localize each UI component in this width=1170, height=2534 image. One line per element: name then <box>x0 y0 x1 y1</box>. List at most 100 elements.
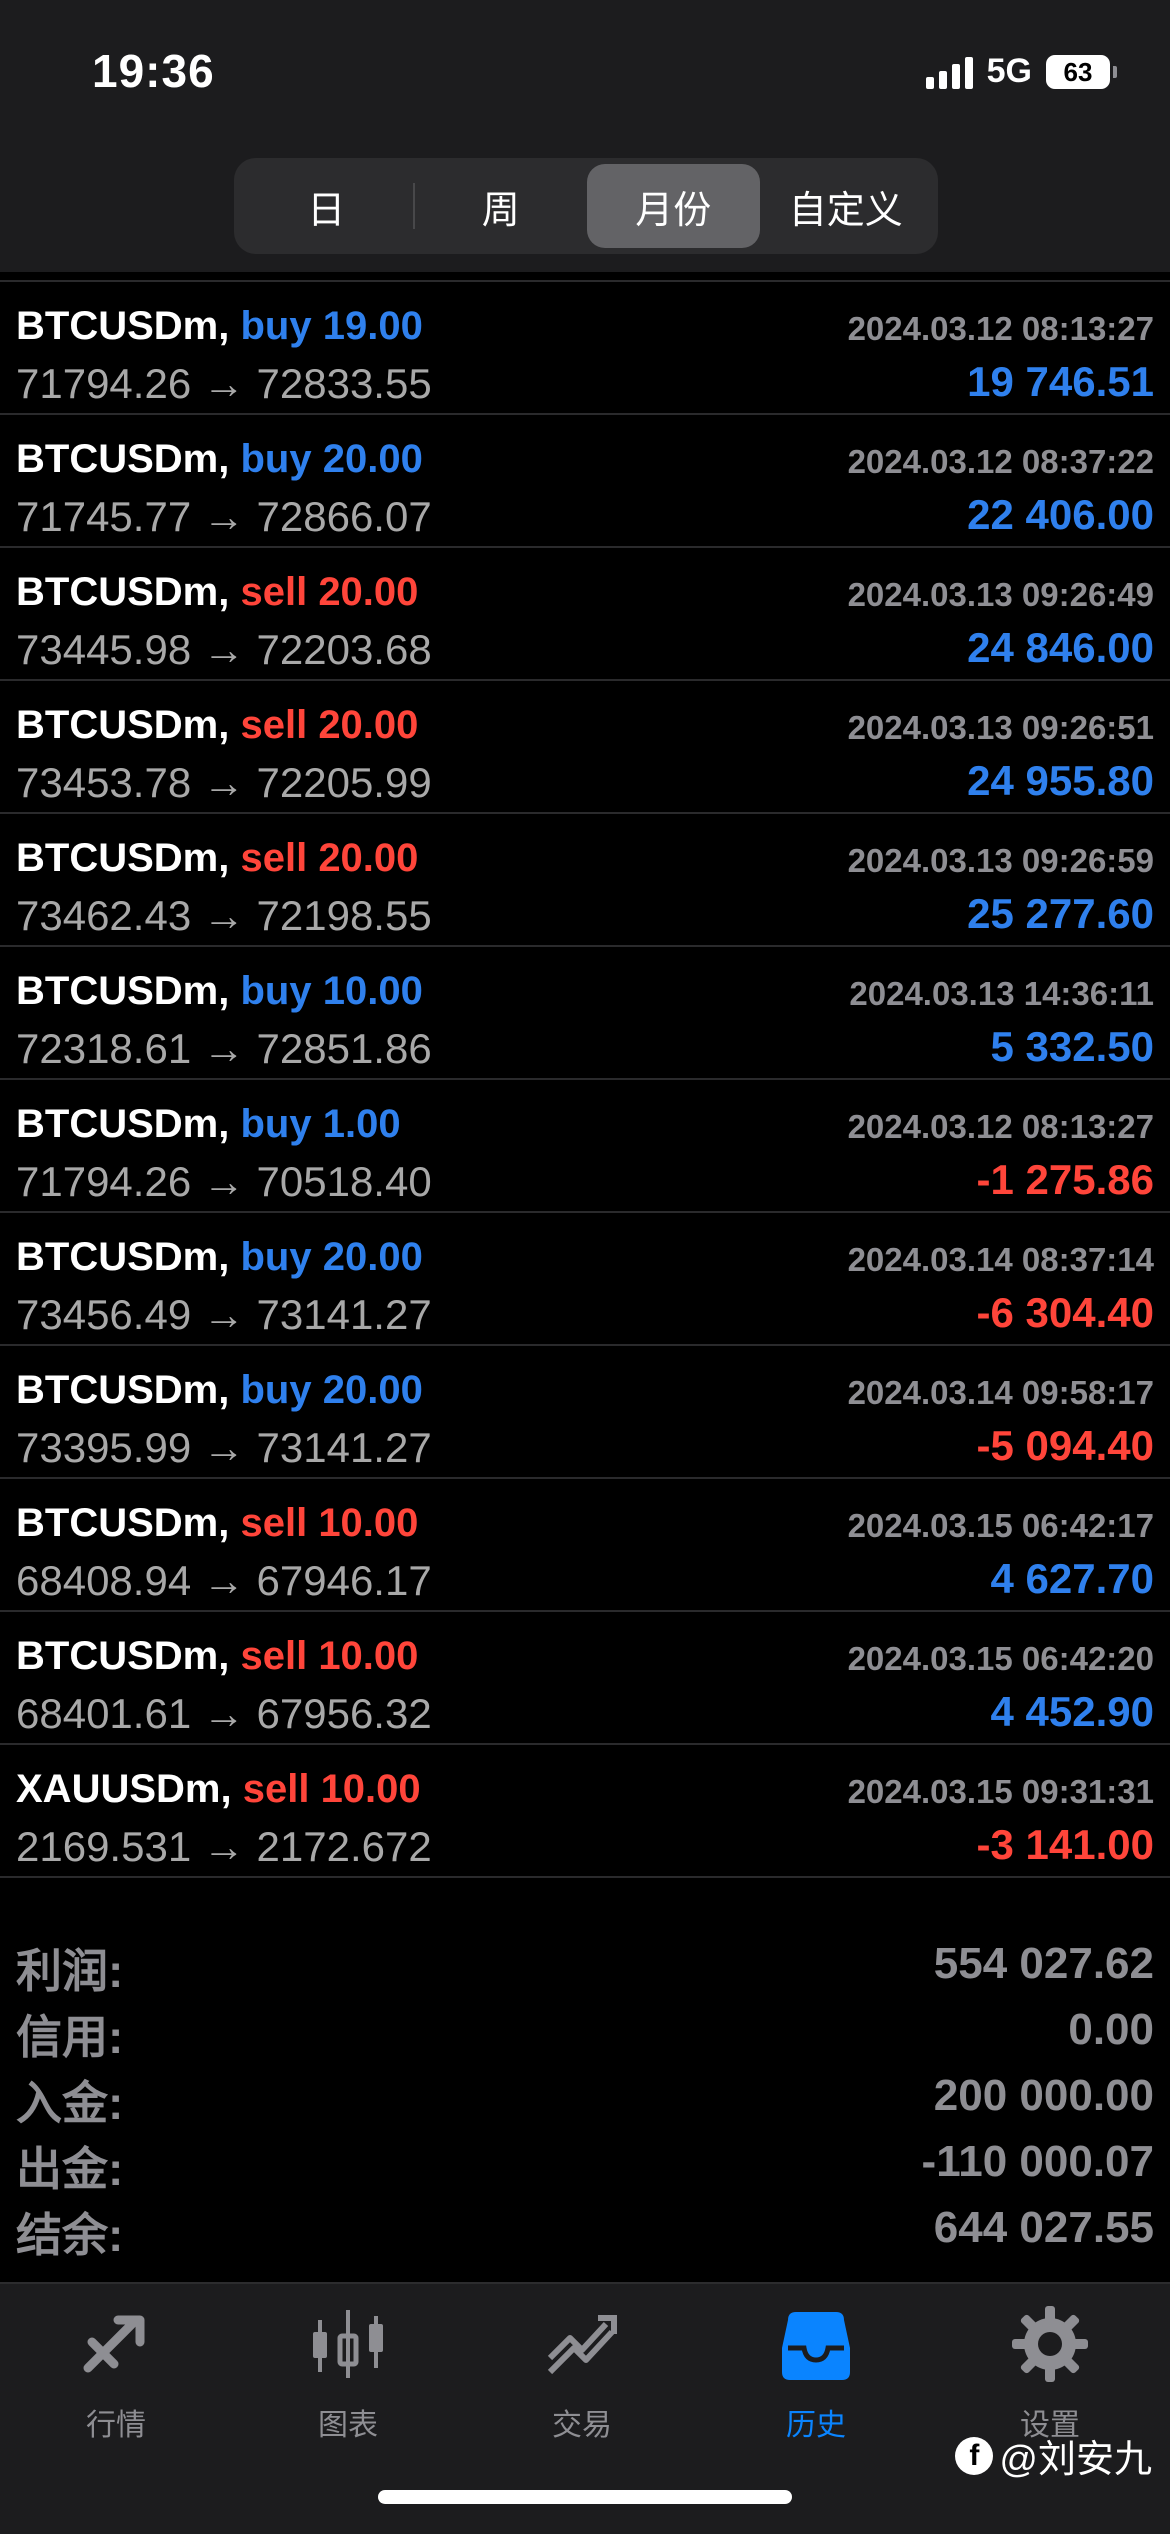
trade-side: sell 10.00 <box>240 1634 418 1678</box>
trade-profit: -1 275.86 <box>976 1156 1154 1203</box>
trade-datetime: 2024.03.15 06:42:17 <box>847 1507 1154 1544</box>
table-row[interactable]: BTCUSDm, buy 20.00 2024.03.12 08:37:22 717… <box>0 415 1170 548</box>
table-row[interactable]: BTCUSDm, sell 10.00 2024.03.15 06:42:20 68… <box>0 1612 1170 1745</box>
tab-month-label: 月份 <box>635 189 712 232</box>
table-row[interactable]: BTCUSDm, sell 20.00 2024.03.13 09:26:59 73… <box>0 814 1170 947</box>
table-row[interactable]: BTCUSDm, buy 10.00 2024.03.13 14:36:11 723… <box>0 947 1170 1080</box>
tab-week[interactable]: 周 <box>415 164 588 248</box>
trade-datetime: 2024.03.12 08:13:27 <box>847 310 1154 347</box>
trade-datetime: 2024.03.12 08:37:22 <box>847 443 1154 480</box>
trade-profit: 5 332.50 <box>990 1023 1155 1070</box>
trade-history-list[interactable]: 72378.10 → 72701.35 7 784.40 BTCUSDm, bu… <box>0 252 1170 1878</box>
summary-value: -110 000.07 <box>921 2137 1154 2186</box>
volume-label: 10.00 <box>320 1767 421 1811</box>
trade-symbol: BTCUSDm, sell 20.00 <box>16 703 418 748</box>
trade-symbol: BTCUSDm, buy 20.00 <box>16 1368 423 1413</box>
trade-datetime: 2024.03.14 09:58:17 <box>847 1374 1154 1411</box>
trade-datetime: 2024.03.13 14:36:11 <box>849 975 1154 1012</box>
summary-label: 信用: <box>16 2011 124 2063</box>
table-row[interactable]: XAUUSDm, sell 10.00 2024.03.15 09:31:31 21… <box>0 1745 1170 1878</box>
tab-history[interactable]: 历史 <box>726 2302 906 2444</box>
side-label: sell <box>240 836 308 880</box>
symbol-name: BTCUSDm, <box>16 1501 230 1545</box>
home-indicator[interactable] <box>378 2490 792 2504</box>
top-header: 19:36 5G 63 日 周 月份 自定义 <box>0 0 1170 272</box>
table-row[interactable]: BTCUSDm, sell 20.00 2024.03.13 09:26:49 73… <box>0 548 1170 681</box>
tab-settings[interactable]: 设置 <box>960 2302 1140 2444</box>
tab-charts[interactable]: 图表 <box>258 2302 438 2444</box>
table-row[interactable]: BTCUSDm, sell 10.00 2024.03.15 06:42:17 68… <box>0 1479 1170 1612</box>
table-row[interactable]: BTCUSDm, sell 20.00 2024.03.13 09:26:51 73… <box>0 681 1170 814</box>
trade-prices: 73462.43 → 72198.55 <box>16 892 432 939</box>
chart-candles-icon <box>313 2310 383 2378</box>
trade-datetime: 2024.03.13 09:26:49 <box>847 576 1154 613</box>
trade-symbol: BTCUSDm, buy 20.00 <box>16 437 423 482</box>
network-type: 5G <box>986 52 1032 90</box>
volume-label: 20.00 <box>318 570 419 614</box>
symbol-name: BTCUSDm, <box>16 703 230 747</box>
facebook-logo-icon: f <box>955 2436 994 2475</box>
symbol-name: BTCUSDm, <box>16 836 230 880</box>
tab-custom[interactable]: 自定义 <box>760 164 933 248</box>
trade-prices: 73395.99 → 73141.27 <box>16 1424 432 1471</box>
symbol-name: BTCUSDm, <box>16 1102 230 1146</box>
trade-datetime: 2024.03.14 08:37:14 <box>847 1241 1154 1278</box>
trade-symbol: BTCUSDm, sell 20.00 <box>16 570 418 615</box>
gear-icon <box>1012 2306 1088 2382</box>
table-row[interactable]: BTCUSDm, buy 20.00 2024.03.14 08:37:14 734… <box>0 1213 1170 1346</box>
volume-label: 20.00 <box>322 437 423 481</box>
trade-side: buy 19.00 <box>240 304 422 348</box>
trade-profit: 24 846.00 <box>967 624 1154 671</box>
tab-label: 行情 <box>86 2409 146 2442</box>
volume-label: 10.00 <box>318 1501 419 1545</box>
trade-prices: 73445.98 → 72203.68 <box>16 626 432 673</box>
summary-value: 644 027.55 <box>933 2203 1154 2252</box>
side-label: sell <box>240 570 308 614</box>
side-label: sell <box>240 703 308 747</box>
volume-label: 20.00 <box>318 836 419 880</box>
trade-profit: -5 094.40 <box>976 1422 1154 1469</box>
trade-profit: 25 277.60 <box>967 890 1154 937</box>
summary-value: 200 000.00 <box>933 2071 1154 2120</box>
trade-prices: 71794.26 → 72833.55 <box>16 360 432 407</box>
symbol-name: BTCUSDm, <box>16 1235 230 1279</box>
tab-month[interactable]: 月份 <box>587 164 760 248</box>
summary-deposit: 入金: 200 000.00 <box>0 2067 1170 2133</box>
trade-profit: 4 452.90 <box>990 1688 1155 1735</box>
quotes-icon <box>83 2315 145 2373</box>
trade-prices: 68401.61 → 67956.32 <box>16 1690 432 1737</box>
trade-profit: 19 746.51 <box>967 358 1154 405</box>
trade-datetime: 2024.03.12 08:13:27 <box>847 1108 1154 1145</box>
trade-datetime: 2024.03.13 09:26:59 <box>847 842 1154 879</box>
table-row[interactable]: BTCUSDm, buy 20.00 2024.03.14 09:58:17 733… <box>0 1346 1170 1479</box>
status-indicators: 5G 63 <box>925 52 1117 91</box>
side-label: sell <box>242 1767 310 1811</box>
trade-side: buy 20.00 <box>240 1368 422 1412</box>
trade-symbol: BTCUSDm, sell 20.00 <box>16 836 418 881</box>
trade-prices: 72318.61 → 72851.86 <box>16 1025 432 1072</box>
trade-profit: 24 955.80 <box>967 757 1154 804</box>
tab-quotes[interactable]: 行情 <box>26 2302 206 2444</box>
summary-value: 0.00 <box>1068 2005 1154 2054</box>
trade-prices: 71745.77 → 72866.07 <box>16 493 432 540</box>
volume-label: 10.00 <box>322 969 423 1013</box>
side-label: buy <box>240 1235 312 1279</box>
trade-side: sell 10.00 <box>243 1767 421 1811</box>
trade-symbol: BTCUSDm, sell 10.00 <box>16 1501 418 1546</box>
trade-prices: 73456.49 → 73141.27 <box>16 1291 432 1338</box>
trade-prices: 73453.78 → 72205.99 <box>16 759 432 806</box>
side-label: buy <box>240 437 312 481</box>
side-label: buy <box>240 1102 312 1146</box>
tab-label: 历史 <box>786 2409 846 2442</box>
trade-profit: -3 141.00 <box>976 1821 1154 1868</box>
trade-prices: 2169.531 → 2172.672 <box>16 1823 432 1870</box>
trade-side: sell 20.00 <box>240 570 418 614</box>
table-row[interactable]: BTCUSDm, buy 1.00 2024.03.12 08:13:27 7179… <box>0 1080 1170 1213</box>
trade-profit: -6 304.40 <box>976 1289 1154 1336</box>
trade-symbol: BTCUSDm, buy 10.00 <box>16 969 423 1014</box>
tab-day[interactable]: 日 <box>240 164 413 248</box>
tab-trade[interactable]: 交易 <box>492 2302 672 2444</box>
tab-day-label: 日 <box>307 189 346 232</box>
table-row[interactable]: BTCUSDm, buy 19.00 2024.03.12 08:13:27 717… <box>0 282 1170 415</box>
summary-value: 554 027.62 <box>933 1939 1154 1988</box>
